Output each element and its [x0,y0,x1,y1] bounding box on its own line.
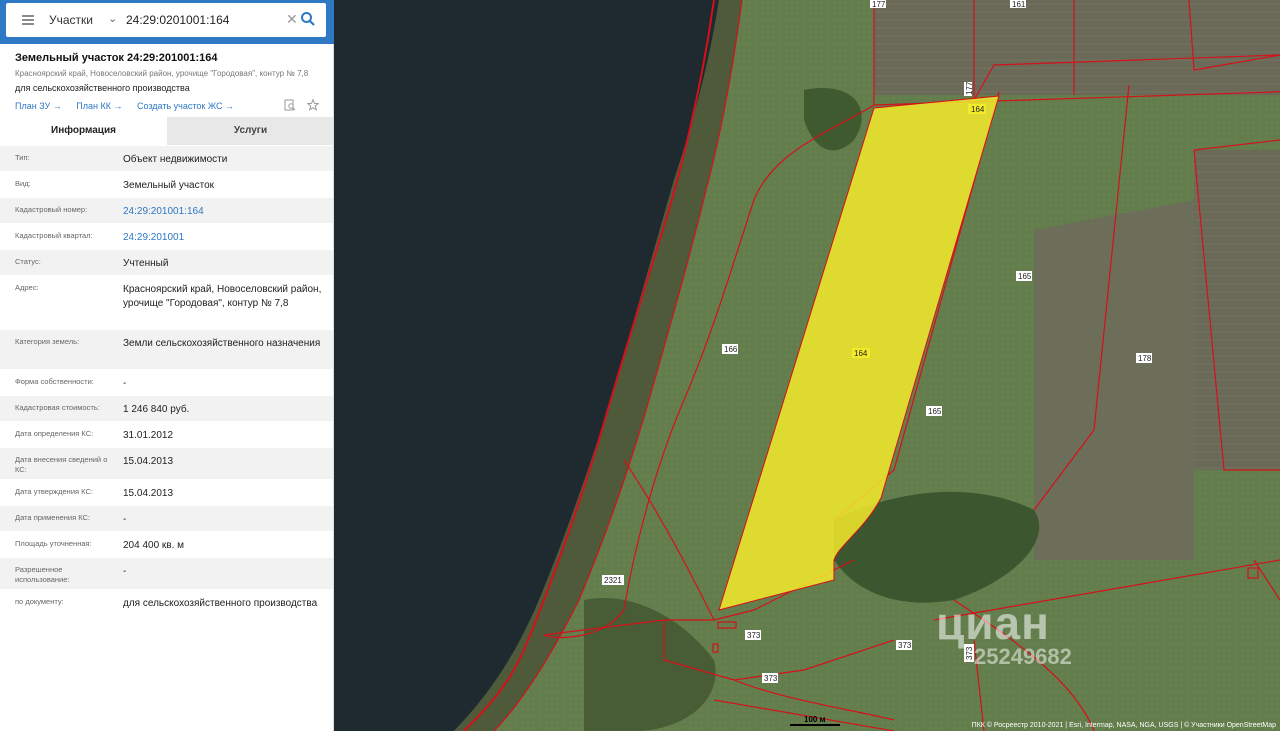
plan-zu-link[interactable]: План ЗУ → [15,101,62,111]
search-input[interactable]: 24:29:0201001:164 [126,13,276,27]
parcel-links: План ЗУ → План КК → Создать участок ЖС → [15,101,246,111]
top-search-bar: Участки ⌄ 24:29:0201001:164 ✕ ‹ [0,0,346,44]
attribute-value: Земельный участок [123,180,215,191]
parcel-label-177b: 177 [965,81,974,95]
attribute-row: Категория земель: Земли сельскохозяйствен… [0,329,333,369]
search-icon[interactable] [300,11,316,32]
attribute-key: Дата внесения сведений о КС: [15,455,108,474]
parcel-label-373a: 373 [747,631,761,640]
parcel-address: Красноярский край, Новоселовский район, … [15,69,309,78]
attribute-value: 204 400 кв. м [123,540,185,551]
tab-info[interactable]: Информация [0,117,167,145]
info-panel: Земельный участок 24:29:201001:164 Красн… [0,44,334,731]
attribute-row: Кадастровый квартал: 24:29:201001 [0,223,333,249]
close-icon[interactable]: ✕ [286,11,298,28]
plan-kk-link[interactable]: План КК → [76,101,122,111]
attribute-key: Статус: [15,257,41,266]
watermark-id: 25249682 [974,644,1072,669]
attribute-row: Статус: Учтенный [0,249,333,275]
attribute-value: - [123,378,127,389]
attribute-value: для сельскохозяйственного производства [123,598,318,609]
parcel-label-177a: 177 [872,0,886,9]
parcel-label-373b: 373 [898,641,912,650]
panel-actions [276,98,320,114]
map-attribution: ПКК © Росреестр 2010-2021 | Esri, Interm… [971,722,1276,729]
parcel-label-164: 164 [854,349,868,358]
attribute-key: Дата применения КС: [15,513,91,522]
attribute-key: Площадь уточненная: [15,539,92,548]
parcel-label-164-top: 164 [971,105,985,114]
attribute-key: Дата утверждения КС: [15,487,93,496]
attribute-row: Кадастровый номер: 24:29:201001:164 [0,197,333,223]
field-178 [1034,200,1194,560]
attribute-value: - [123,566,127,577]
attribute-value: 15.04.2013 [123,456,174,467]
attribute-row: Тип: Объект недвижимости [0,145,333,171]
parcel-label-373d: 373 [764,674,778,683]
attribute-row: Форма собственности: - [0,369,333,395]
attribute-row: Дата утверждения КС: 15.04.2013 [0,479,333,505]
parcel-label-178: 178 [1138,354,1152,363]
scale-bar [790,724,840,726]
attribute-value: 15.04.2013 [123,488,174,499]
panel-tabs: Информация Услуги [0,117,333,145]
star-icon[interactable] [306,98,320,114]
field-plowed-right [1194,150,1280,470]
watermark-logo: циан [936,597,1050,649]
create-parcel-link[interactable]: Создать участок ЖС → [137,101,234,111]
tab-services[interactable]: Услуги [167,117,333,145]
search-box[interactable]: Участки ⌄ 24:29:0201001:164 ✕ [6,3,326,37]
parcel-label-161: 161 [1012,0,1026,9]
attribute-value: - [123,514,127,525]
attribute-row: Адрес: Красноярский край, Новоселовский р… [0,275,333,329]
attribute-key: Разрешенное использование: [15,565,70,584]
attribute-key: Кадастровый номер: [15,205,88,214]
scale-label: 100 м [804,715,826,724]
attribute-value[interactable]: 24:29:201001 [123,231,323,245]
attribute-row: Дата применения КС: - [0,505,333,531]
attribute-value[interactable]: 24:29:201001:164 [123,205,323,219]
menu-icon[interactable] [22,15,34,25]
attribute-key: Тип: [15,153,30,162]
document-search-icon[interactable] [284,99,299,114]
map-view[interactable]: 177 161 177 164 165 166 164 178 165 2321 [334,0,1280,731]
parcel-use: для сельскохозяйственного производства [15,83,190,93]
attribute-row: Дата определения КС: 31.01.2012 [0,421,333,447]
attribute-key: по документу: [15,597,64,606]
attribute-key: Кадастровый квартал: [15,231,93,240]
attribute-value: Объект недвижимости [123,154,228,165]
attribute-key: Дата определения КС: [15,429,94,438]
app: Участки ⌄ 24:29:0201001:164 ✕ ‹ Земельны… [0,0,1280,731]
attribute-value: Земли сельскохозяйственного назначения [123,338,321,349]
parcel-label-165b: 165 [928,407,942,416]
attribute-key: Кадастровая стоимость: [15,403,100,412]
parcel-title: Земельный участок 24:29:201001:164 [15,52,218,64]
map-scale: 100 м [790,715,840,726]
map-canvas[interactable]: 177 161 177 164 165 166 164 178 165 2321 [334,0,1280,731]
attribute-key: Форма собственности: [15,377,94,386]
attribute-row: Дата внесения сведений о КС: 15.04.2013 [0,447,333,479]
parcel-label-2321: 2321 [604,576,622,585]
attribute-row: Кадастровая стоимость: 1 246 840 руб. [0,395,333,421]
attribute-value: 1 246 840 руб. [123,404,190,415]
attribute-row: Площадь уточненная: 204 400 кв. м [0,531,333,557]
attribute-value: Учтенный [123,258,169,269]
attribute-key: Категория земель: [15,337,80,346]
parcel-label-166: 166 [724,345,738,354]
attribute-value: Красноярский край, Новоселовский район, … [123,284,322,309]
parcel-label-165a: 165 [1018,272,1032,281]
attribute-row: Вид: Земельный участок [0,171,333,197]
chevron-down-icon[interactable]: ⌄ [108,12,117,25]
attribute-row: Разрешенное использование: - [0,557,333,589]
field-plowed-top [874,0,1280,95]
attribute-key: Вид: [15,179,31,188]
attribute-value: 31.01.2012 [123,430,174,441]
attribute-row: по документу: для сельскохозяйственного п… [0,589,333,629]
attribute-table: Тип: Объект недвижимости Вид: Земельный уча… [0,145,333,629]
search-type-select[interactable]: Участки [49,13,93,27]
attribute-key: Адрес: [15,283,39,292]
